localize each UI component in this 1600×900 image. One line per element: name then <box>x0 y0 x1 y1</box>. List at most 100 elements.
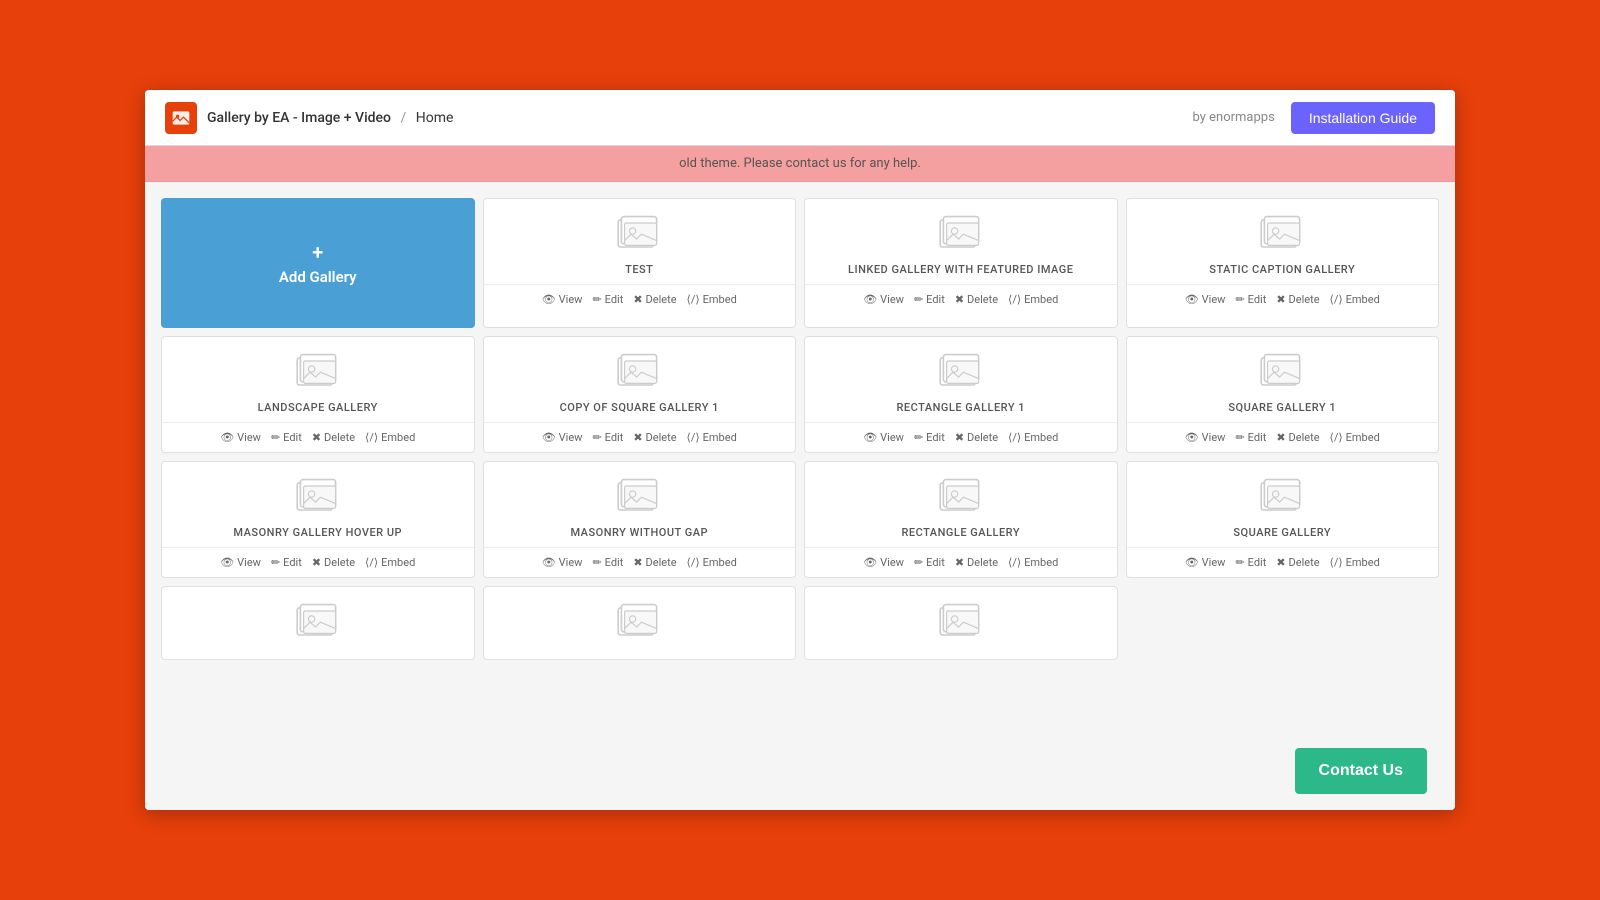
edit-action[interactable]: ✏Edit <box>588 291 627 308</box>
embed-action-icon: ⟨/⟩ <box>1330 293 1343 306</box>
delete-action[interactable]: ✖Delete <box>629 554 680 571</box>
delete-action[interactable]: ✖Delete <box>629 429 680 446</box>
gallery-name: SQUARE GALLERY 1 <box>1228 401 1336 414</box>
gallery-name: MASONRY WITHOUT GAP <box>570 526 708 539</box>
gallery-card: LINKED GALLERY WITH FEATURED IMAGE👁View✏… <box>804 198 1118 328</box>
edit-action-icon: ✏ <box>592 556 601 569</box>
delete-action-icon: ✖ <box>1276 556 1285 569</box>
breadcrumb-separator: / <box>400 110 406 126</box>
gallery-card: LANDSCAPE GALLERY👁View✏Edit✖Delete⟨/⟩Emb… <box>161 336 475 453</box>
view-action[interactable]: 👁View <box>216 429 265 446</box>
delete-action[interactable]: ✖Delete <box>1272 429 1323 446</box>
edit-action[interactable]: ✏Edit <box>910 554 949 571</box>
gallery-card-top: LINKED GALLERY WITH FEATURED IMAGE <box>805 199 1117 284</box>
view-action[interactable]: 👁View <box>538 429 587 446</box>
add-gallery-plus: + <box>312 240 323 264</box>
view-action[interactable]: 👁View <box>538 554 587 571</box>
embed-action-icon: ⟨/⟩ <box>687 431 700 444</box>
gallery-card-top: RECTANGLE GALLERY 1 <box>805 337 1117 422</box>
contact-us-button[interactable]: Contact Us <box>1295 748 1427 794</box>
edit-action[interactable]: ✏Edit <box>1231 291 1270 308</box>
view-action-icon: 👁 <box>1185 431 1199 444</box>
delete-action[interactable]: ✖Delete <box>951 291 1002 308</box>
edit-action[interactable]: ✏Edit <box>267 554 306 571</box>
gallery-name: RECTANGLE GALLERY 1 <box>896 401 1025 414</box>
embed-action-icon: ⟨/⟩ <box>1008 431 1021 444</box>
gallery-card: SQUARE GALLERY👁View✏Edit✖Delete⟨/⟩Embed <box>1126 461 1440 578</box>
view-action-icon: 👁 <box>1185 556 1199 569</box>
edit-action[interactable]: ✏Edit <box>588 429 627 446</box>
edit-action-icon: ✏ <box>1235 556 1244 569</box>
delete-action-icon: ✖ <box>1276 293 1285 306</box>
edit-action-icon: ✏ <box>271 431 280 444</box>
alert-banner: old theme. Please contact us for any hel… <box>145 146 1455 182</box>
embed-action[interactable]: ⟨/⟩Embed <box>1326 554 1384 571</box>
gallery-name: LINKED GALLERY WITH FEATURED IMAGE <box>848 263 1073 276</box>
view-action[interactable]: 👁View <box>538 291 587 308</box>
view-action[interactable]: 👁View <box>216 554 265 571</box>
delete-action-icon: ✖ <box>633 293 642 306</box>
delete-action[interactable]: ✖Delete <box>951 429 1002 446</box>
delete-action-icon: ✖ <box>312 431 321 444</box>
gallery-actions: 👁View✏Edit✖Delete⟨/⟩Embed <box>484 422 796 452</box>
embed-action[interactable]: ⟨/⟩Embed <box>683 429 741 446</box>
edit-action[interactable]: ✏Edit <box>910 429 949 446</box>
delete-action[interactable]: ✖Delete <box>308 429 359 446</box>
delete-action[interactable]: ✖Delete <box>1272 554 1323 571</box>
embed-action[interactable]: ⟨/⟩Embed <box>1326 429 1384 446</box>
delete-action-icon: ✖ <box>633 556 642 569</box>
edit-action-icon: ✏ <box>914 293 923 306</box>
embed-action[interactable]: ⟨/⟩Embed <box>1004 429 1062 446</box>
delete-action[interactable]: ✖Delete <box>951 554 1002 571</box>
gallery-name: RECTANGLE GALLERY <box>901 526 1020 539</box>
embed-action[interactable]: ⟨/⟩Embed <box>1326 291 1384 308</box>
edit-action[interactable]: ✏Edit <box>267 429 306 446</box>
embed-action[interactable]: ⟨/⟩Embed <box>361 554 419 571</box>
embed-action[interactable]: ⟨/⟩Embed <box>683 554 741 571</box>
gallery-actions: 👁View✏Edit✖Delete⟨/⟩Embed <box>484 284 796 314</box>
embed-action-icon: ⟨/⟩ <box>1330 431 1343 444</box>
edit-action-icon: ✏ <box>271 556 280 569</box>
gallery-actions: 👁View✏Edit✖Delete⟨/⟩Embed <box>1127 284 1439 314</box>
edit-action[interactable]: ✏Edit <box>1231 554 1270 571</box>
view-action[interactable]: 👁View <box>859 429 908 446</box>
embed-action[interactable]: ⟨/⟩Embed <box>1004 291 1062 308</box>
gallery-actions: 👁View✏Edit✖Delete⟨/⟩Embed <box>805 284 1117 314</box>
gallery-actions: 👁View✏Edit✖Delete⟨/⟩Embed <box>1127 547 1439 577</box>
delete-action[interactable]: ✖Delete <box>1272 291 1323 308</box>
edit-action[interactable]: ✏Edit <box>588 554 627 571</box>
delete-action-icon: ✖ <box>633 431 642 444</box>
view-action[interactable]: 👁View <box>1181 429 1230 446</box>
gallery-actions: 👁View✏Edit✖Delete⟨/⟩Embed <box>484 547 796 577</box>
view-action[interactable]: 👁View <box>1181 554 1230 571</box>
delete-action-icon: ✖ <box>955 293 964 306</box>
delete-action[interactable]: ✖Delete <box>629 291 680 308</box>
view-action-icon: 👁 <box>863 293 877 306</box>
delete-action[interactable]: ✖Delete <box>308 554 359 571</box>
app-icon <box>165 102 197 134</box>
embed-action[interactable]: ⟨/⟩Embed <box>1004 554 1062 571</box>
gallery-scroll[interactable]: + Add Gallery TEST👁View✏Edit✖Delete⟨/⟩Em… <box>145 182 1455 810</box>
embed-action-icon: ⟨/⟩ <box>1008 556 1021 569</box>
edit-action-icon: ✏ <box>1235 431 1244 444</box>
gallery-actions: 👁View✏Edit✖Delete⟨/⟩Embed <box>805 422 1117 452</box>
gallery-card-top: MASONRY GALLERY HOVER UP <box>162 462 474 547</box>
embed-action[interactable]: ⟨/⟩Embed <box>683 291 741 308</box>
delete-action-icon: ✖ <box>955 556 964 569</box>
gallery-card-top <box>484 587 796 659</box>
embed-action[interactable]: ⟨/⟩Embed <box>361 429 419 446</box>
gallery-card-top: STATIC CAPTION GALLERY <box>1127 199 1439 284</box>
gallery-card-top <box>805 587 1117 659</box>
gallery-card-top: SQUARE GALLERY 1 <box>1127 337 1439 422</box>
edit-action[interactable]: ✏Edit <box>910 291 949 308</box>
view-action[interactable]: 👁View <box>859 291 908 308</box>
view-action[interactable]: 👁View <box>1181 291 1230 308</box>
install-guide-button[interactable]: Installation Guide <box>1291 102 1435 134</box>
gallery-actions: 👁View✏Edit✖Delete⟨/⟩Embed <box>1127 422 1439 452</box>
edit-action[interactable]: ✏Edit <box>1231 429 1270 446</box>
view-action-icon: 👁 <box>542 556 556 569</box>
add-gallery-card[interactable]: + Add Gallery <box>161 198 475 328</box>
gallery-actions: 👁View✏Edit✖Delete⟨/⟩Embed <box>162 547 474 577</box>
edit-action-icon: ✏ <box>1235 293 1244 306</box>
view-action[interactable]: 👁View <box>859 554 908 571</box>
